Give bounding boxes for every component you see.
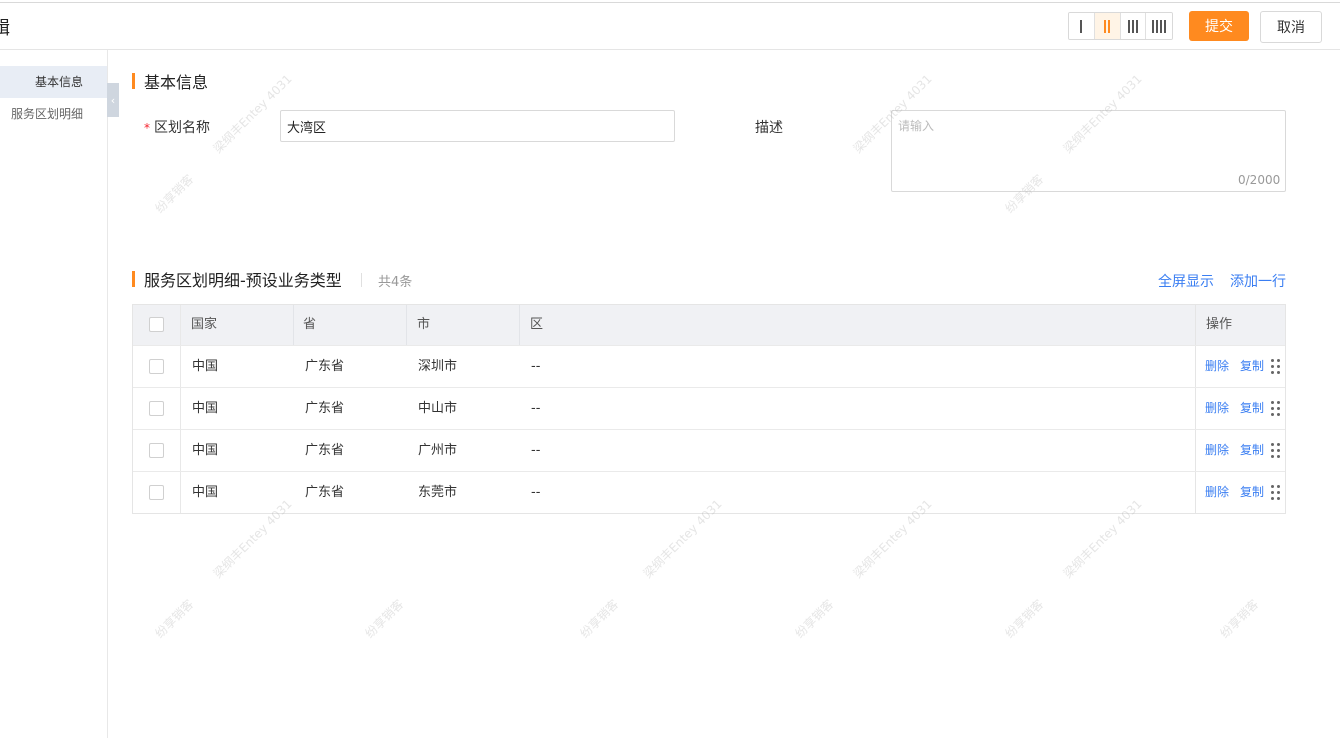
layout-four-column-option[interactable]	[1146, 13, 1172, 39]
section-accent-bar	[132, 73, 135, 89]
delete-row-link[interactable]: 删除	[1205, 430, 1229, 471]
detail-section-title: 服务区划明细-预设业务类型	[132, 270, 342, 290]
page-header: 辑 提交 取消	[0, 3, 1340, 50]
watermark-text: 纷享销客	[152, 596, 197, 641]
four-bars-icon	[1152, 19, 1167, 33]
watermark-text: 纷享销客	[152, 171, 197, 216]
cell-province: 广东省	[305, 443, 345, 458]
cell-city: 广州市	[418, 443, 458, 458]
cancel-button[interactable]: 取消	[1260, 11, 1322, 43]
service-area-table: 国家 省 市 区 操作 中国 广东省 深圳市 -- 删除 复制 中国 广东省 中…	[132, 304, 1286, 514]
delete-row-link[interactable]: 删除	[1205, 472, 1229, 513]
watermark-text: 纷享销客	[792, 596, 837, 641]
area-name-label: 区划名称	[154, 120, 210, 136]
table-row: 中国 广东省 深圳市 -- 删除 复制	[133, 345, 1285, 387]
layout-one-column-option[interactable]	[1069, 13, 1095, 39]
row-count-text: 共4条	[378, 275, 413, 290]
chevron-left-icon: ‹	[110, 93, 116, 107]
sidebar-item-basic-info[interactable]: 基本信息	[0, 66, 107, 98]
column-header-district: 区	[530, 317, 544, 332]
copy-row-link[interactable]: 复制	[1240, 388, 1264, 429]
description-char-count: 0/2000	[1238, 173, 1281, 187]
row-checkbox[interactable]	[149, 485, 164, 500]
column-divider	[293, 305, 294, 345]
area-name-input[interactable]	[280, 110, 675, 142]
cell-country: 中国	[192, 485, 219, 500]
fullscreen-link[interactable]: 全屏显示	[1158, 271, 1214, 291]
divider	[361, 273, 362, 287]
cell-district: --	[531, 359, 541, 374]
table-row: 中国 广东省 东莞市 -- 删除 复制	[133, 471, 1285, 513]
cell-province: 广东省	[305, 359, 345, 374]
column-divider	[406, 305, 407, 345]
section-title-text: 服务区划明细-预设业务类型	[144, 271, 342, 290]
sidebar-collapse-button[interactable]: ‹	[107, 83, 119, 117]
cell-city: 东莞市	[418, 485, 458, 500]
three-bars-icon	[1127, 19, 1138, 33]
two-bars-icon	[1104, 19, 1111, 33]
cell-city: 深圳市	[418, 359, 458, 374]
copy-row-link[interactable]: 复制	[1240, 430, 1264, 471]
description-textarea[interactable]	[891, 110, 1286, 192]
one-bar-icon	[1080, 19, 1083, 33]
column-header-city: 市	[417, 317, 431, 332]
required-mark: *	[144, 121, 150, 135]
sidebar-item-service-area-detail[interactable]: 服务区划明细	[0, 98, 107, 130]
add-row-link[interactable]: 添加一行	[1230, 271, 1286, 291]
cell-city: 中山市	[418, 401, 458, 416]
basic-info-section-title: 基本信息	[132, 72, 209, 92]
cell-province: 广东省	[305, 485, 345, 500]
copy-row-link[interactable]: 复制	[1240, 346, 1264, 387]
cell-district: --	[531, 401, 541, 416]
column-header-actions: 操作	[1206, 317, 1233, 332]
cell-country: 中国	[192, 359, 219, 374]
drag-handle-icon[interactable]	[1271, 401, 1281, 417]
cell-district: --	[531, 485, 541, 500]
section-accent-bar	[132, 271, 135, 287]
submit-button[interactable]: 提交	[1189, 11, 1249, 41]
cell-country: 中国	[192, 401, 219, 416]
table-header: 国家 省 市 区 操作	[133, 305, 1285, 345]
table-row: 中国 广东省 广州市 -- 删除 复制	[133, 429, 1285, 471]
drag-handle-icon[interactable]	[1271, 359, 1281, 375]
drag-handle-icon[interactable]	[1271, 485, 1281, 501]
column-layout-switch	[1068, 12, 1173, 40]
table-row: 中国 广东省 中山市 -- 删除 复制	[133, 387, 1285, 429]
watermark-text: 纷享销客	[577, 596, 622, 641]
row-checkbox[interactable]	[149, 359, 164, 374]
section-nav-sidebar: 基本信息 服务区划明细	[0, 50, 108, 738]
cell-province: 广东省	[305, 401, 345, 416]
watermark-text: 纷享销客	[1002, 596, 1047, 641]
watermark-text: 纷享销客	[1217, 596, 1262, 641]
cell-country: 中国	[192, 443, 219, 458]
column-divider	[519, 305, 520, 345]
layout-three-column-option[interactable]	[1120, 13, 1147, 39]
delete-row-link[interactable]: 删除	[1205, 388, 1229, 429]
delete-row-link[interactable]: 删除	[1205, 346, 1229, 387]
column-header-province: 省	[303, 317, 317, 332]
column-header-country: 国家	[191, 317, 218, 332]
page-title: 辑	[0, 18, 10, 39]
row-checkbox[interactable]	[149, 401, 164, 416]
watermark-text: 纷享销客	[362, 596, 407, 641]
drag-handle-icon[interactable]	[1271, 443, 1281, 459]
row-checkbox[interactable]	[149, 443, 164, 458]
section-title-text: 基本信息	[144, 73, 209, 92]
cell-district: --	[531, 443, 541, 458]
select-all-checkbox[interactable]	[149, 317, 164, 332]
copy-row-link[interactable]: 复制	[1240, 472, 1264, 513]
layout-two-column-option[interactable]	[1094, 13, 1121, 39]
description-label: 描述	[755, 120, 783, 136]
